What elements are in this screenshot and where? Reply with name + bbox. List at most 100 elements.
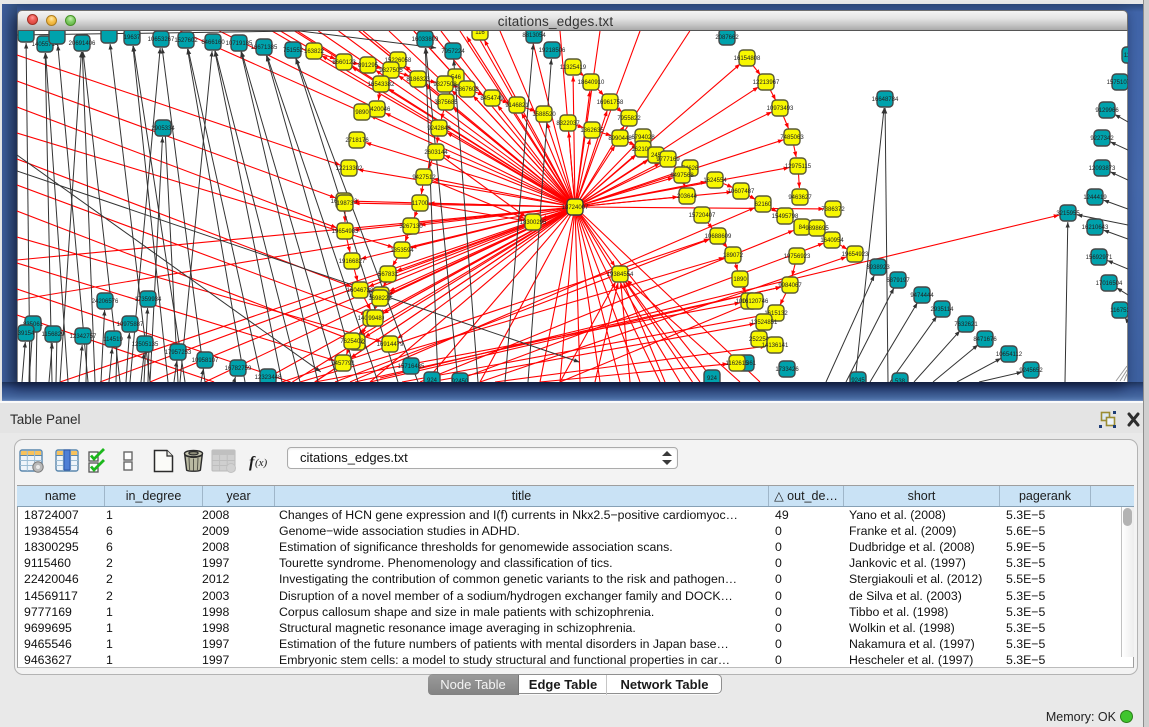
svg-text:9984067: 9984067	[778, 283, 802, 289]
svg-text:15495798: 15495798	[772, 214, 799, 220]
svg-text:9245: 9245	[851, 378, 865, 382]
svg-text:189072: 189072	[723, 253, 744, 259]
svg-text:16033809: 16033809	[412, 37, 439, 43]
svg-text:19166827: 19166827	[339, 259, 366, 265]
svg-text:15692971: 15692971	[1086, 255, 1113, 261]
svg-text:1527602: 1527602	[174, 38, 198, 44]
svg-text:9463627: 9463627	[788, 195, 812, 201]
svg-text:9427512: 9427512	[412, 175, 436, 181]
svg-text:8454749: 8454749	[480, 96, 504, 102]
svg-text:7632621: 7632621	[954, 322, 978, 328]
svg-text:19873: 19873	[337, 201, 354, 207]
svg-text:39154: 39154	[18, 331, 35, 337]
svg-text:163822: 163822	[304, 49, 325, 55]
svg-text:7957224: 7957224	[441, 49, 465, 55]
svg-text:15751074: 15751074	[1107, 80, 1128, 86]
svg-text:13524851: 13524851	[751, 320, 778, 326]
svg-text:10973493: 10973493	[767, 106, 794, 112]
svg-text:12093873: 12093873	[1089, 166, 1116, 172]
svg-text:1890: 1890	[733, 277, 747, 283]
svg-text:6466160: 6466160	[201, 40, 225, 46]
svg-text:1733426: 1733426	[775, 367, 799, 373]
svg-text:1698222: 1698222	[368, 296, 392, 302]
svg-text:14136141: 14136141	[762, 343, 789, 349]
svg-text:17957253: 17957253	[165, 350, 192, 356]
svg-text:2087662: 2087662	[715, 35, 739, 41]
svg-text:1362635: 1362635	[580, 128, 604, 134]
svg-text:20691406: 20691406	[69, 41, 96, 47]
svg-text:12323448: 12323448	[255, 375, 282, 381]
svg-text:2867608: 2867608	[455, 87, 479, 93]
svg-text:116: 116	[475, 31, 485, 36]
svg-text:16120746: 16120746	[742, 299, 769, 305]
svg-text:12213302: 12213302	[336, 166, 363, 172]
svg-text:18640910: 18640910	[578, 80, 605, 86]
svg-text:7485063: 7485063	[780, 135, 804, 141]
svg-text:2905334: 2905334	[151, 126, 175, 132]
svg-text:(x): (x)	[255, 457, 268, 469]
svg-text:9227342: 9227342	[1090, 136, 1114, 142]
svg-text:12975115: 12975115	[785, 164, 812, 170]
svg-text:8471676: 8471676	[973, 337, 997, 343]
svg-text:16648784: 16648784	[872, 97, 899, 103]
svg-text:114519: 114519	[103, 337, 123, 343]
svg-text:9327505: 9327505	[379, 68, 403, 74]
svg-text:1588520: 1588520	[532, 112, 556, 118]
svg-text:9474444: 9474444	[910, 293, 934, 299]
svg-text:9146821: 9146821	[505, 103, 529, 109]
svg-text:2935114: 2935114	[931, 307, 955, 313]
svg-text:2603144: 2603144	[424, 150, 448, 156]
svg-text:10975887: 10975887	[117, 322, 144, 328]
svg-text:6497568: 6497568	[670, 173, 694, 179]
svg-text:12342757: 12342757	[70, 334, 97, 340]
svg-text:8990448: 8990448	[608, 136, 632, 142]
svg-text:16543382: 16543382	[368, 82, 395, 88]
svg-text:10607487: 10607487	[728, 189, 755, 195]
svg-text:16210643: 16210643	[1082, 225, 1109, 231]
svg-text:924: 924	[707, 376, 718, 382]
svg-text:10653267: 10653267	[148, 37, 175, 43]
svg-text:1162615: 1162615	[726, 361, 750, 367]
svg-text:12213967: 12213967	[753, 80, 780, 86]
svg-text:19384554: 19384554	[607, 272, 634, 278]
svg-text:9890: 9890	[355, 110, 369, 116]
svg-text:1117: 1117	[1124, 53, 1128, 59]
svg-text:24206576: 24206576	[92, 299, 119, 305]
svg-text:3875685: 3875685	[434, 100, 458, 106]
svg-text:1156829: 1156829	[42, 332, 66, 338]
svg-text:17359934: 17359934	[135, 297, 162, 303]
svg-text:6794028: 6794028	[631, 135, 655, 141]
svg-text:16782759: 16782759	[225, 366, 252, 372]
svg-text:9327508: 9327508	[433, 82, 457, 88]
svg-text:3215955: 3215955	[1056, 211, 1080, 217]
svg-text:16671385: 16671385	[251, 45, 278, 51]
svg-text:17016504: 17016504	[1096, 281, 1123, 287]
svg-text:9129966: 9129966	[1095, 108, 1119, 114]
svg-text:891295: 891295	[358, 63, 379, 69]
svg-text:9777169: 9777169	[656, 157, 680, 163]
svg-text:16154808: 16154808	[734, 56, 761, 62]
svg-text:8938923: 8938923	[866, 265, 890, 271]
svg-text:9948: 9948	[368, 316, 382, 322]
svg-text:8813054: 8813054	[522, 33, 546, 39]
svg-text:1640954: 1640954	[820, 238, 844, 244]
svg-text:62160: 62160	[755, 202, 772, 208]
svg-text:12505135: 12505135	[132, 342, 159, 348]
svg-text:10958107: 10958107	[192, 358, 219, 364]
svg-text:11700: 11700	[412, 201, 429, 207]
svg-text:10654112: 10654112	[996, 352, 1023, 358]
svg-text:16961758: 16961758	[597, 100, 624, 106]
svg-text:751552: 751552	[283, 48, 304, 54]
svg-text:19756923: 19756923	[784, 254, 811, 260]
svg-text:8322037: 8322037	[556, 121, 580, 127]
svg-text:1624554: 1624554	[703, 178, 727, 184]
svg-text:6879197: 6879197	[886, 278, 910, 284]
svg-text:7955822: 7955822	[617, 116, 641, 122]
svg-text:19654923: 19654923	[842, 252, 869, 258]
svg-text:9457791: 9457791	[331, 361, 355, 367]
svg-text:92450: 92450	[452, 379, 469, 382]
svg-text:1244419: 1244419	[1083, 195, 1107, 201]
svg-text:10688609: 10688609	[705, 234, 732, 240]
svg-text:16914479: 16914479	[377, 342, 404, 348]
svg-text:8660123: 8660123	[332, 60, 356, 66]
